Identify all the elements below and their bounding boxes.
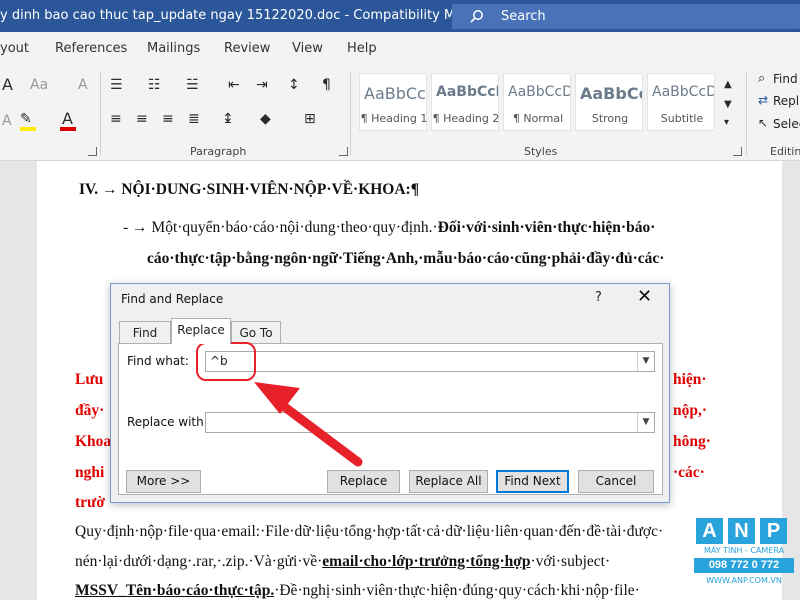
anp-phone: 098 772 0 772 [694, 558, 794, 573]
anp-logo: A N P [694, 518, 794, 544]
anp-tagline: MÁY TÍNH - CAMERA [703, 546, 785, 555]
annotation-overlay [196, 342, 363, 467]
anp-watermark: A N P MÁY TÍNH - CAMERA 098 772 0 772 WW… [694, 518, 794, 594]
anp-url: WWW.ANP.COM.VN [706, 576, 782, 585]
tab-replace[interactable]: Replace [171, 318, 231, 344]
highlight-circle [196, 342, 256, 381]
annotation-arrow [273, 397, 363, 467]
